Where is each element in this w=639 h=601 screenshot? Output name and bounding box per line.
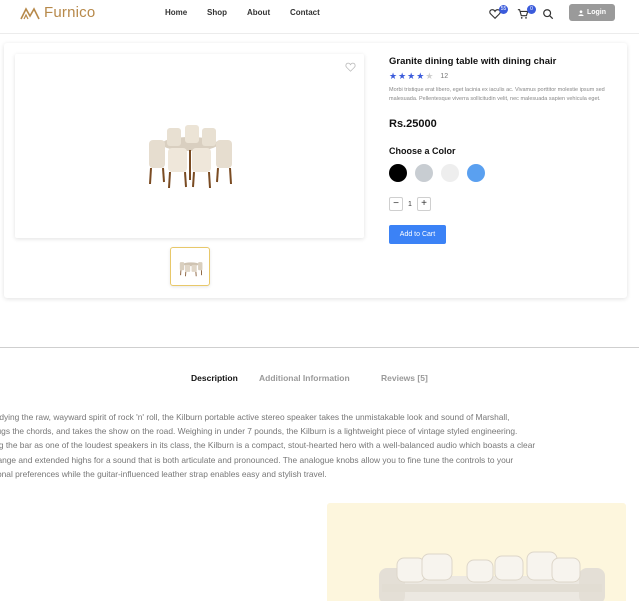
add-to-cart-button[interactable]: Add to Cart: [389, 225, 446, 244]
star-icon: ★: [389, 71, 398, 81]
nav-shop[interactable]: Shop: [207, 8, 247, 17]
description-line: drange and extended highs for a sound th…: [0, 454, 514, 465]
nav-about[interactable]: About: [247, 8, 290, 17]
cart-count-badge: 0: [527, 5, 536, 14]
wishlist-button[interactable]: 55: [489, 5, 508, 21]
product-thumbnail[interactable]: [170, 247, 210, 286]
product-description: Morbi tristique erat libero, eget lacini…: [389, 87, 605, 102]
brand-logo[interactable]: Furnico: [20, 4, 95, 21]
login-label: Login: [586, 9, 607, 16]
product-main-image[interactable]: [15, 54, 364, 238]
sofa-image: [379, 551, 605, 601]
search-button[interactable]: [542, 7, 556, 21]
search-icon: [543, 9, 554, 20]
color-swatches: [389, 164, 624, 182]
star-icon: ★: [407, 71, 416, 81]
user-icon: [578, 9, 584, 16]
qty-increase-button[interactable]: +: [417, 197, 431, 211]
color-heading: Choose a Color: [389, 146, 456, 156]
product-info: Granite dining table with dining chair ★…: [389, 56, 624, 244]
description-line: rsonal preferences while the guitar-infl…: [0, 468, 327, 479]
dining-table-image: [149, 125, 232, 189]
nav-contact[interactable]: Contact: [290, 8, 320, 17]
color-swatch-blue[interactable]: [467, 164, 485, 182]
review-count: 12: [440, 73, 449, 80]
product-tabs: Description Additional Information Revie…: [191, 373, 428, 383]
color-swatch-grey[interactable]: [415, 164, 433, 182]
cart-button[interactable]: 0: [517, 5, 536, 21]
quantity-stepper: − 1 +: [389, 197, 624, 211]
product-price: Rs.25000: [389, 118, 437, 130]
color-swatch-white[interactable]: [441, 164, 459, 182]
product-title: Granite dining table with dining chair: [389, 56, 557, 67]
promo-banner[interactable]: [327, 503, 626, 601]
product-card: Granite dining table with dining chair ★…: [4, 43, 627, 298]
brand-name: Furnico: [44, 4, 96, 21]
dining-table-thumbnail-image: [179, 262, 203, 277]
heart-outline-icon[interactable]: [345, 62, 356, 72]
star-empty-icon: ★: [425, 71, 434, 81]
nav-home[interactable]: Home: [165, 8, 207, 17]
tab-reviews[interactable]: Reviews [5]: [381, 373, 428, 383]
site-header: Furnico Home Shop About Contact 55 0 Log…: [0, 0, 639, 34]
color-swatch-black[interactable]: [389, 164, 407, 182]
description-line: plugs the chords, and takes the show on …: [0, 426, 518, 437]
logo-icon: [20, 6, 40, 19]
main-nav: Home Shop About Contact: [165, 8, 320, 17]
description-line: ting the bar as one of the loudest speak…: [0, 440, 536, 451]
tab-additional-information[interactable]: Additional Information: [259, 373, 381, 383]
tab-description[interactable]: Description: [191, 373, 259, 383]
description-text: bodying the raw, wayward spirit of rock …: [0, 410, 639, 481]
star-icon: ★: [398, 71, 407, 81]
login-button[interactable]: Login: [569, 4, 615, 21]
description-line: bodying the raw, wayward spirit of rock …: [0, 412, 510, 422]
wishlist-count-badge: 55: [499, 5, 508, 14]
qty-value[interactable]: 1: [407, 201, 413, 208]
qty-decrease-button[interactable]: −: [389, 197, 403, 211]
product-rating: ★ ★ ★ ★ ★ 12: [389, 72, 624, 81]
star-icon: ★: [416, 71, 425, 81]
section-divider: [0, 347, 639, 348]
